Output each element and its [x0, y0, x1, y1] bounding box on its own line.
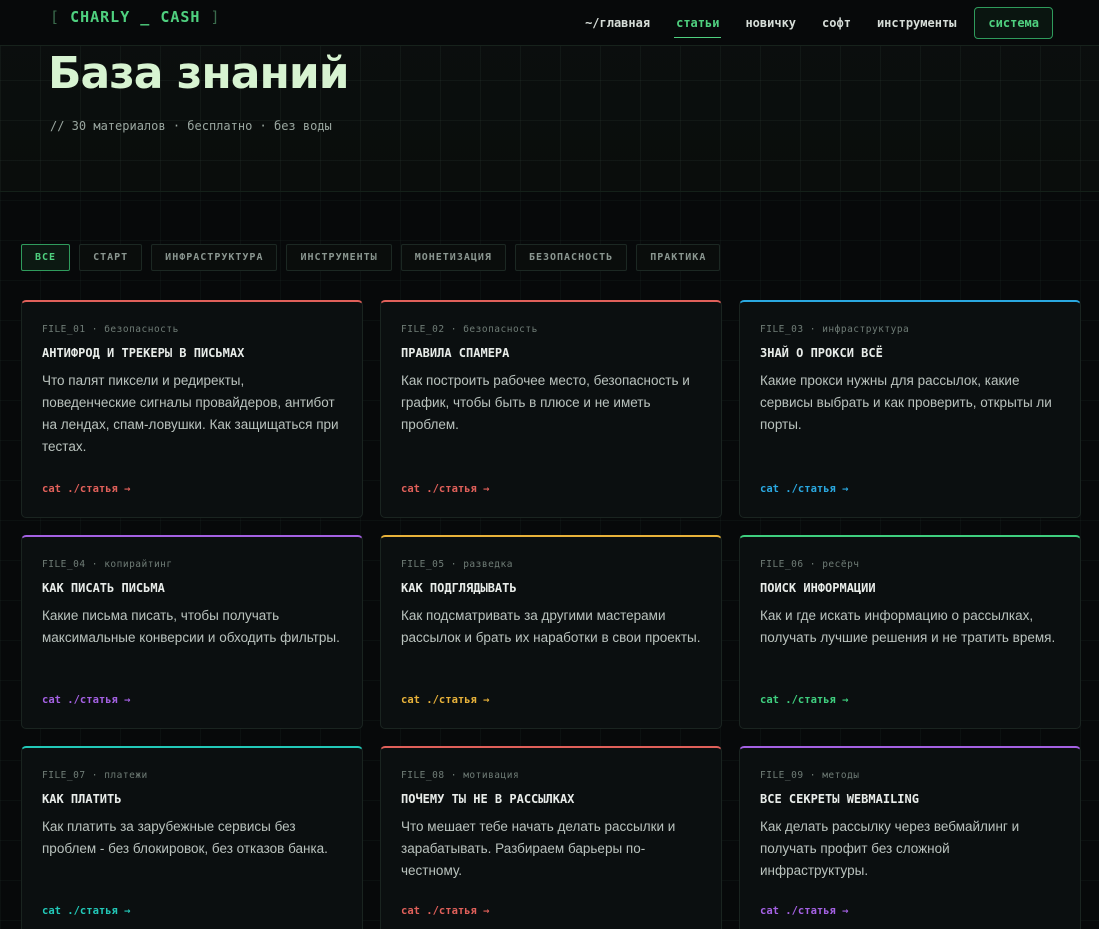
article-meta: FILE_04 · копирайтинг — [42, 559, 173, 570]
nav-link-beginner[interactable]: новичку — [743, 8, 798, 38]
article-meta: FILE_02 · безопасность — [401, 324, 538, 335]
article-description: Что палят пиксели и редиректы, поведенче… — [42, 373, 339, 454]
article-meta: FILE_01 · безопасность — [42, 324, 179, 335]
article-meta: FILE_05 · разведка — [401, 559, 513, 570]
article-description: Как и где искать информацию о рассылках,… — [760, 608, 1056, 645]
article-read-link[interactable]: cat ./статья → — [42, 905, 131, 917]
article-card[interactable]: FILE_09 · методы ВСЕ СЕКРЕТЫ WEBMAILING … — [739, 746, 1081, 929]
article-title: ПОИСК ИНФОРМАЦИИ — [760, 581, 876, 595]
nav-link-home[interactable]: ~/главная — [583, 8, 652, 38]
article-title: ПРАВИЛА СПАМЕРА — [401, 346, 510, 360]
filter-tools[interactable]: ИНСТРУМЕНТЫ — [286, 244, 392, 271]
article-description: Как подсматривать за другими мастерами р… — [401, 608, 701, 645]
site-logo[interactable]: [ CHARLY _ CASH ] — [50, 8, 221, 26]
page-title: База знаний — [48, 48, 350, 99]
article-card[interactable]: FILE_07 · платежи КАК ПЛАТИТЬ Как платит… — [21, 746, 363, 929]
article-title: КАК ПОДГЛЯДЫВАТЬ — [401, 581, 517, 595]
article-title: АНТИФРОД И ТРЕКЕРЫ В ПИСЬМАХ — [42, 346, 245, 360]
article-meta: FILE_07 · платежи — [42, 770, 148, 781]
article-card[interactable]: FILE_06 · ресёрч ПОИСК ИНФОРМАЦИИ Как и … — [739, 535, 1081, 729]
article-meta: FILE_03 · инфраструктура — [760, 324, 910, 335]
logo-bracket-close: ] — [210, 8, 221, 26]
article-read-link[interactable]: cat ./статья → — [42, 694, 131, 706]
article-card[interactable]: FILE_05 · разведка КАК ПОДГЛЯДЫВАТЬ Как … — [380, 535, 722, 729]
main-menu: ~/главная статьи новичку софт инструмент… — [572, 0, 1053, 46]
article-read-link[interactable]: cat ./статья → — [401, 694, 490, 706]
article-read-link[interactable]: cat ./статья → — [401, 483, 490, 495]
article-meta: FILE_08 · мотивация — [401, 770, 520, 781]
article-description: Какие письма писать, чтобы получать макс… — [42, 608, 340, 645]
article-read-link[interactable]: cat ./статья → — [760, 905, 849, 917]
article-meta: FILE_06 · ресёрч — [760, 559, 860, 570]
article-description: Как платить за зарубежные сервисы без пр… — [42, 819, 328, 856]
article-description: Какие прокси нужны для рассылок, какие с… — [760, 373, 1052, 432]
articles-grid: FILE_01 · безопасность АНТИФРОД И ТРЕКЕР… — [21, 300, 1081, 929]
article-description: Как делать рассылку через вебмайлинг и п… — [760, 819, 1020, 878]
article-read-link[interactable]: cat ./статья → — [401, 905, 490, 917]
article-card[interactable]: FILE_08 · мотивация ПОЧЕМУ ТЫ НЕ В РАССЫ… — [380, 746, 722, 929]
article-title: ЗНАЙ О ПРОКСИ ВСЁ — [760, 346, 883, 360]
nav-link-tools[interactable]: инструменты — [875, 8, 958, 38]
article-title: ПОЧЕМУ ТЫ НЕ В РАССЫЛКАХ — [401, 792, 575, 806]
article-description: Что мешает тебе начать делать рассылки и… — [401, 819, 676, 878]
article-meta: FILE_09 · методы — [760, 770, 860, 781]
filter-infrastructure[interactable]: ИНФРАСТРУКТУРА — [151, 244, 278, 271]
article-read-link[interactable]: cat ./статья → — [42, 483, 131, 495]
filter-monetization[interactable]: МОНЕТИЗАЦИЯ — [400, 244, 506, 271]
category-filters: ВСЕ СТАРТ ИНФРАСТРУКТУРА ИНСТРУМЕНТЫ МОН… — [21, 244, 721, 271]
nav-link-articles[interactable]: статьи — [674, 8, 722, 38]
logo-bracket-open: [ — [50, 8, 61, 26]
filter-start[interactable]: СТАРТ — [79, 244, 143, 271]
article-card[interactable]: FILE_01 · безопасность АНТИФРОД И ТРЕКЕР… — [21, 300, 363, 518]
filter-practice[interactable]: ПРАКТИКА — [636, 244, 721, 271]
nav-link-software[interactable]: софт — [820, 8, 853, 38]
filter-security[interactable]: БЕЗОПАСНОСТЬ — [514, 244, 628, 271]
article-read-link[interactable]: cat ./статья → — [760, 483, 849, 495]
filter-all[interactable]: ВСЕ — [21, 244, 71, 271]
page-subtitle: // 30 материалов · бесплатно · без воды — [50, 119, 332, 133]
article-card[interactable]: FILE_03 · инфраструктура ЗНАЙ О ПРОКСИ В… — [739, 300, 1081, 518]
article-card[interactable]: FILE_02 · безопасность ПРАВИЛА СПАМЕРА К… — [380, 300, 722, 518]
article-title: КАК ПЛАТИТЬ — [42, 792, 122, 806]
article-read-link[interactable]: cat ./статья → — [760, 694, 849, 706]
article-title: КАК ПИСАТЬ ПИСЬМА — [42, 581, 165, 595]
article-description: Как построить рабочее место, безопасност… — [401, 373, 690, 432]
article-card[interactable]: FILE_04 · копирайтинг КАК ПИСАТЬ ПИСЬМА … — [21, 535, 363, 729]
logo-text: CHARLY _ CASH — [70, 8, 201, 26]
top-navigation: [ CHARLY _ CASH ] ~/главная статьи нович… — [0, 0, 1099, 46]
system-button[interactable]: система — [974, 7, 1053, 39]
article-title: ВСЕ СЕКРЕТЫ WEBMAILING — [760, 792, 919, 806]
